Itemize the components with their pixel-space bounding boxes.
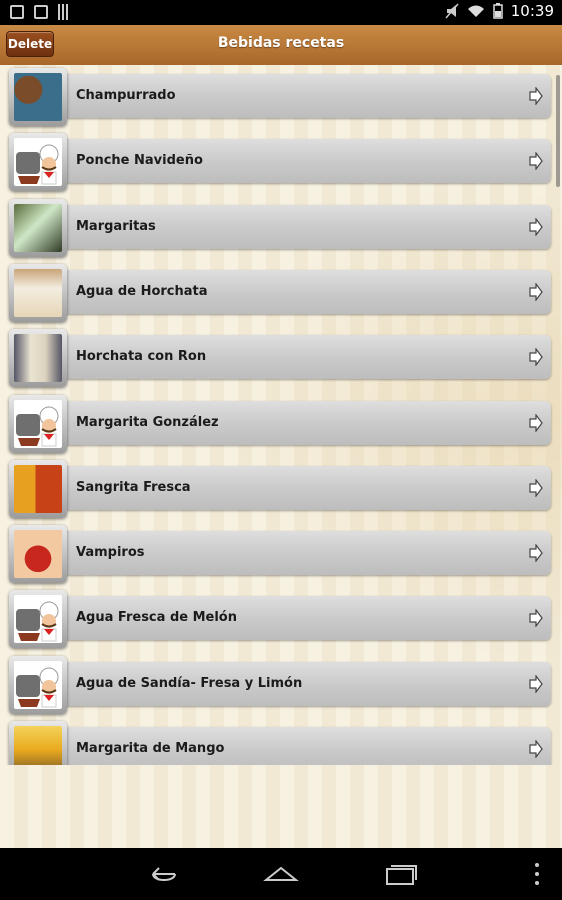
recipe-name: Agua de Horchata	[76, 283, 208, 299]
recipe-row[interactable]: Margarita de Mango	[9, 720, 552, 765]
recipe-row[interactable]: Agua Fresca de Melón	[9, 589, 552, 649]
home-icon[interactable]	[263, 860, 299, 888]
clock: 10:39	[510, 2, 554, 20]
champurrado-photo	[14, 73, 62, 121]
recipe-thumbnail	[9, 394, 67, 453]
recipe-row[interactable]: Agua de Sandía- Fresa y Limón	[9, 655, 552, 714]
sangrita-photo	[14, 464, 62, 513]
recipe-name: Agua de Sandía- Fresa y Limón	[76, 675, 303, 691]
recipe-thumbnail	[9, 655, 67, 714]
recipe-thumbnail	[9, 263, 67, 322]
vampiros-photo	[14, 530, 62, 579]
notification-icon	[10, 5, 24, 19]
chef-icon	[14, 595, 62, 644]
recipe-name: Margaritas	[76, 218, 156, 234]
chevron-right-icon	[529, 87, 543, 105]
chevron-right-icon	[529, 740, 543, 758]
overflow-menu-icon[interactable]	[532, 860, 542, 888]
status-bar: 10:39	[0, 0, 562, 25]
scrollbar[interactable]	[556, 75, 560, 187]
recipe-thumbnail	[9, 525, 67, 584]
chevron-right-icon	[529, 282, 543, 301]
recipe-row[interactable]: Champurrado	[9, 67, 552, 126]
recipe-thumbnail	[9, 68, 67, 126]
recipe-row[interactable]: Horchata con Ron	[9, 328, 552, 388]
back-icon[interactable]	[145, 860, 179, 888]
chevron-right-icon	[529, 217, 543, 236]
recipe-name: Ponche Navideño	[76, 153, 203, 169]
page-title: Bebidas recetas	[217, 35, 345, 51]
recipe-row[interactable]: Vampiros	[9, 524, 552, 584]
recipe-row[interactable]: Margaritas	[9, 198, 552, 257]
chevron-right-icon	[529, 348, 543, 367]
recipe-row[interactable]: Sangrita Fresca	[9, 459, 552, 518]
recipe-name: Margarita de Mango	[76, 741, 225, 756]
recipe-thumbnail	[9, 329, 67, 388]
battery-icon	[493, 3, 503, 19]
mute-icon	[445, 3, 459, 19]
recipe-row[interactable]: Margarita González	[9, 394, 552, 453]
recipe-name: Horchata con Ron	[76, 349, 207, 365]
chevron-right-icon	[529, 152, 543, 171]
chevron-right-icon	[529, 478, 543, 497]
app-header: Delete Bebidas recetas	[0, 25, 562, 66]
recipe-thumbnail	[9, 198, 67, 257]
recent-apps-icon[interactable]	[384, 860, 418, 888]
recipe-list[interactable]: Champurrado Ponche Navideño Margaritas Agua…	[0, 65, 562, 765]
chef-icon	[14, 660, 62, 709]
mango-photo	[14, 726, 62, 765]
image-icon	[34, 5, 48, 19]
chevron-right-icon	[529, 544, 543, 563]
recipe-name: Vampiros	[76, 545, 145, 561]
chevron-right-icon	[529, 413, 543, 432]
recipe-name: Agua Fresca de Melón	[76, 610, 237, 626]
recipe-content: Champurrado Ponche Navideño Margaritas Agua…	[0, 65, 562, 848]
recipe-thumbnail	[9, 590, 67, 649]
chef-icon	[14, 399, 62, 448]
horchata-ron-photo	[14, 334, 62, 383]
recipe-name: Margarita González	[76, 414, 219, 430]
chevron-right-icon	[529, 674, 543, 693]
recipe-row[interactable]: Agua de Horchata	[9, 263, 552, 322]
recipe-thumbnail	[9, 459, 67, 518]
chef-icon	[14, 138, 62, 187]
wifi-icon	[467, 5, 484, 17]
recipe-row[interactable]: Ponche Navideño	[9, 132, 552, 192]
chevron-right-icon	[529, 609, 543, 628]
navigation-bar	[0, 848, 562, 900]
horchata-photo	[14, 268, 62, 317]
recipe-name: Sangrita Fresca	[76, 479, 191, 495]
barcode-icon	[58, 4, 70, 20]
recipe-thumbnail	[9, 721, 67, 765]
recipe-thumbnail	[9, 133, 67, 192]
margaritas-photo	[14, 203, 62, 252]
recipe-name: Champurrado	[76, 88, 176, 103]
